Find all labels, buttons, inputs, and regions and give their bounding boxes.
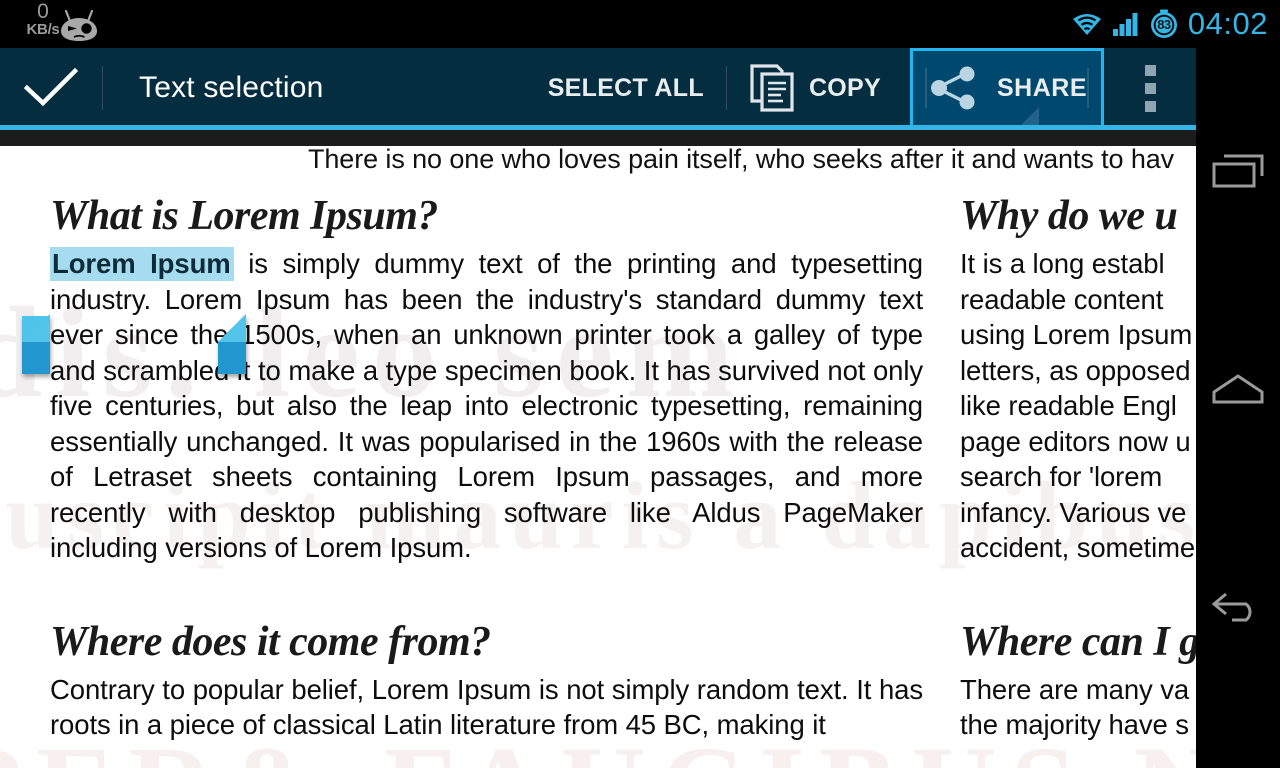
share-button[interactable]: SHARE	[910, 48, 1104, 128]
recents-button[interactable]	[1196, 130, 1280, 214]
document-column-right: Why do we u It is a long establ readable…	[960, 192, 1196, 743]
device-screen: 0 KB/s 83 04:02 Text selection SELECT AL…	[0, 0, 1280, 768]
home-button[interactable]	[1196, 348, 1280, 432]
overflow-dot-2	[1144, 82, 1156, 94]
back-button[interactable]	[1196, 566, 1280, 650]
page-title: Text selection	[139, 71, 324, 104]
section-heading: Why do we u	[960, 193, 1178, 239]
battery-level: 83	[1157, 16, 1171, 32]
copy-button[interactable]: COPY	[727, 48, 905, 128]
status-bar-clock: 04:02	[1187, 6, 1268, 41]
navigation-bar	[1196, 130, 1280, 768]
section-body-text: is simply dummy text of the printing and…	[50, 248, 923, 563]
selection-handle-start[interactable]	[6, 312, 50, 378]
share-divider-left	[925, 68, 927, 108]
checkmark-icon	[23, 67, 79, 107]
overflow-dot-1	[1144, 64, 1156, 76]
body-line: It is a long establ	[960, 248, 1165, 279]
overflow-menu-button[interactable]	[1104, 48, 1196, 128]
section-body[interactable]: Lorem Ipsum is simply dummy text of the …	[50, 246, 923, 566]
copy-icon	[750, 64, 794, 112]
section-why-do-we-use-it: Why do we u It is a long establ readable…	[960, 192, 1196, 566]
selection-handle-end[interactable]	[218, 312, 262, 378]
body-line: the majority have s	[960, 709, 1189, 740]
section-where-can-i-get-some: Where can I g There are many va the majo…	[960, 618, 1196, 743]
body-line: accident, sometime	[960, 532, 1196, 563]
section-body[interactable]: Contrary to popular belief, Lorem Ipsum …	[50, 672, 923, 743]
section-heading: Where can I g	[960, 618, 1196, 665]
share-submenu-indicator	[1021, 107, 1039, 125]
wifi-icon	[1072, 14, 1101, 35]
home-icon	[1212, 374, 1264, 404]
share-icon	[930, 66, 975, 110]
battery-icon: 83	[1149, 9, 1179, 39]
viewport-top-mask	[0, 130, 1196, 146]
section-heading: What is Lorem Ipsum?	[50, 193, 438, 239]
overflow-dot-3	[1144, 100, 1156, 112]
status-bar: 0 KB/s 83 04:02	[0, 0, 1280, 48]
recents-icon	[1212, 154, 1264, 188]
body-line: letters, as opposed	[960, 354, 1191, 386]
share-label: SHARE	[996, 73, 1087, 102]
document-column-left: What is Lorem Ipsum? Lorem Ipsum is simp…	[50, 192, 923, 743]
section-where-does-it-come-from: Where does it come from? Contrary to pop…	[50, 618, 923, 743]
section-body[interactable]: There are many va the majority have s	[960, 672, 1196, 743]
text-selection-action-bar: Text selection SELECT ALL COPY SHARE	[0, 48, 1196, 128]
copy-label: COPY	[808, 73, 881, 102]
section-body[interactable]: It is a long establ readable content usi…	[960, 246, 1196, 566]
body-line: infancy. Various ve	[960, 496, 1187, 528]
select-all-button[interactable]: SELECT ALL	[528, 48, 726, 128]
section-what-is-lorem-ipsum: What is Lorem Ipsum? Lorem Ipsum is simp…	[50, 192, 923, 566]
body-line: page editors now u	[960, 425, 1191, 457]
clipped-intro-line: There is no one who loves pain itself, w…	[308, 144, 1175, 174]
body-line: using Lorem Ipsum	[960, 319, 1193, 350]
section-heading: Where does it come from?	[50, 618, 491, 665]
done-button[interactable]	[0, 48, 102, 128]
document-viewport[interactable]: dis. leo sem suscipit mauris a dapibus P…	[0, 130, 1196, 768]
body-line: search for 'lorem	[960, 461, 1163, 492]
selected-text[interactable]: Lorem Ipsum	[50, 247, 234, 281]
cellular-signal-icon	[1112, 13, 1138, 36]
status-bar-icons: 83 04:02	[1071, 0, 1272, 48]
share-divider-right	[1087, 68, 1089, 108]
body-line: like readable Engl	[960, 390, 1177, 421]
select-all-label: SELECT ALL	[547, 73, 704, 102]
body-line: readable content	[960, 283, 1164, 315]
body-line: There are many va	[960, 673, 1190, 705]
back-icon	[1211, 592, 1252, 622]
cyanogenmod-icon	[61, 9, 97, 41]
